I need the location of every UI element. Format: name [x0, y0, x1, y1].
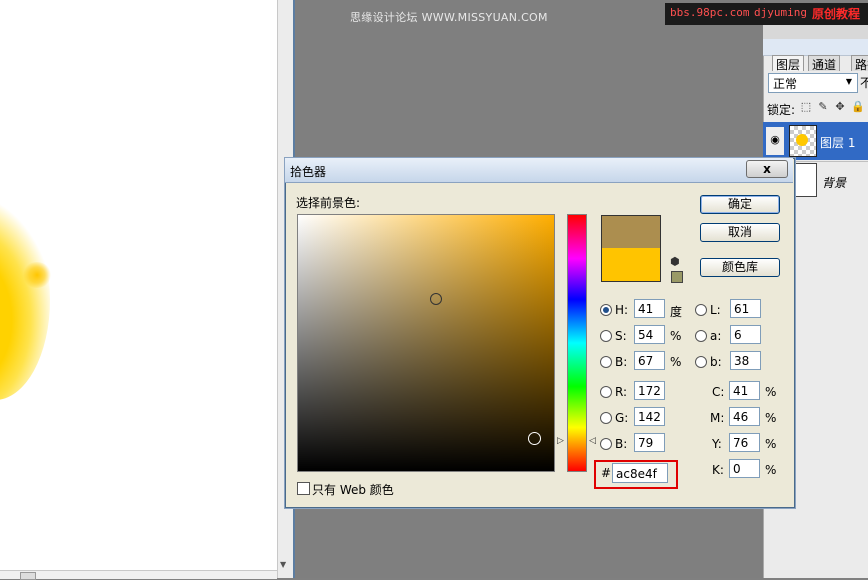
- ok-button[interactable]: 确定: [700, 195, 780, 214]
- field-lightness[interactable]: 61: [730, 299, 761, 318]
- label-black: K:: [712, 463, 724, 477]
- hue-slider[interactable]: [567, 214, 587, 472]
- radio-hue[interactable]: [600, 304, 612, 316]
- web-only-label: 只有 Web 颜色: [312, 483, 394, 497]
- field-lab-b[interactable]: 38: [730, 351, 761, 370]
- unit-brightness: %: [670, 355, 682, 369]
- label-brightness: B:: [615, 355, 628, 369]
- document-canvas[interactable]: [0, 0, 277, 570]
- close-button[interactable]: x: [746, 160, 788, 178]
- websafe-cube-icon[interactable]: ⬢: [670, 256, 682, 268]
- layer-thumbnail-content: [796, 134, 808, 146]
- hex-label: #: [601, 466, 612, 480]
- web-only-checkbox[interactable]: [297, 482, 310, 495]
- chevron-down-icon: ▼: [845, 77, 853, 86]
- new-color-swatch: [601, 215, 661, 249]
- radio-green[interactable]: [600, 412, 612, 424]
- color-field[interactable]: [297, 214, 555, 472]
- field-lab-a[interactable]: 6: [730, 325, 761, 344]
- websafe-color-swatch[interactable]: [671, 271, 683, 283]
- label-red: R:: [615, 385, 628, 399]
- label-lab-a: a:: [710, 329, 722, 343]
- field-black[interactable]: 0: [729, 459, 760, 478]
- hue-slider-left-arrow-icon[interactable]: ▷: [557, 436, 564, 446]
- radio-saturation[interactable]: [600, 330, 612, 342]
- lock-transparency-icon[interactable]: ⬚: [800, 101, 812, 113]
- color-library-button[interactable]: 颜色库: [700, 258, 780, 277]
- panel-top-bar: [763, 25, 868, 39]
- watermark-user: djyuming: [754, 6, 807, 19]
- radio-blue[interactable]: [600, 438, 612, 450]
- label-blue: B:: [615, 437, 628, 451]
- field-magenta[interactable]: 46: [729, 407, 760, 426]
- layer-name[interactable]: 图层 1: [820, 134, 855, 151]
- radio-red[interactable]: [600, 386, 612, 398]
- field-yellow[interactable]: 76: [729, 433, 760, 452]
- unit-magenta: %: [765, 411, 777, 425]
- eye-icon[interactable]: ◉: [767, 134, 783, 146]
- unit-cyan: %: [765, 385, 777, 399]
- label-lab-b: b:: [710, 355, 722, 369]
- field-saturation[interactable]: 54: [634, 325, 665, 344]
- lock-move-icon[interactable]: ✥: [834, 101, 846, 113]
- lock-all-icon[interactable]: 🔒: [851, 101, 865, 113]
- radio-brightness[interactable]: [600, 356, 612, 368]
- unit-yellow: %: [765, 437, 777, 451]
- unit-black: %: [765, 463, 777, 477]
- unit-hue: 度: [670, 305, 683, 319]
- label-magenta: M:: [710, 411, 725, 425]
- scroll-thumb[interactable]: [20, 572, 36, 580]
- label-yellow: Y:: [712, 437, 722, 451]
- current-color-swatch[interactable]: [601, 248, 661, 282]
- yellow-sparkle: [22, 262, 52, 288]
- cancel-button[interactable]: 取消: [700, 223, 780, 242]
- layer-name-background[interactable]: 背景: [822, 174, 846, 191]
- label-cyan: C:: [712, 385, 725, 399]
- field-brightness[interactable]: 67: [634, 351, 665, 370]
- field-hue[interactable]: 41: [634, 299, 665, 318]
- watermark-text: 思缘设计论坛 WWW.MISSYUAN.COM: [350, 11, 548, 24]
- label-lightness: L:: [710, 303, 721, 317]
- blend-mode-value: 正常: [773, 77, 798, 91]
- field-red[interactable]: 172: [634, 381, 665, 400]
- dialog-title: 拾色器: [290, 165, 327, 179]
- opacity-label: 不: [860, 76, 868, 90]
- color-field-marker-secondary: [430, 293, 442, 305]
- color-field-marker[interactable]: [528, 432, 541, 445]
- radio-lab-b[interactable]: [695, 356, 707, 368]
- field-green[interactable]: 142: [634, 407, 665, 426]
- radio-lightness[interactable]: [695, 304, 707, 316]
- blend-mode-select[interactable]: 正常 ▼: [768, 73, 858, 93]
- yellow-brush-stroke: [0, 200, 50, 400]
- radio-lab-a[interactable]: [695, 330, 707, 342]
- label-green: G:: [615, 411, 629, 425]
- field-cyan[interactable]: 41: [729, 381, 760, 400]
- hex-input[interactable]: ac8e4f: [612, 463, 668, 483]
- tab-channels[interactable]: 通道: [808, 55, 841, 72]
- watermark-bbs: bbs.98pc.com: [670, 6, 750, 19]
- watermark-original: 原创教程: [812, 7, 861, 21]
- panel-title-bar[interactable]: [763, 39, 868, 56]
- tab-layers[interactable]: 图层: [772, 55, 805, 72]
- label-saturation: S:: [615, 329, 627, 343]
- unit-saturation: %: [670, 329, 682, 343]
- scroll-down-arrow-icon[interactable]: ▼: [280, 560, 289, 569]
- background-thumbnail: [793, 163, 817, 197]
- lock-label: 锁定:: [767, 103, 796, 117]
- tab-paths[interactable]: 路径: [851, 55, 868, 71]
- field-blue[interactable]: 79: [634, 433, 665, 452]
- foreground-label: 选择前景色:: [296, 196, 361, 210]
- label-hue: H:: [615, 303, 629, 317]
- hue-slider-right-arrow-icon[interactable]: ◁: [589, 436, 596, 446]
- lock-paint-brush-icon[interactable]: ✎: [817, 101, 829, 113]
- dialog-title-bar[interactable]: [285, 158, 793, 183]
